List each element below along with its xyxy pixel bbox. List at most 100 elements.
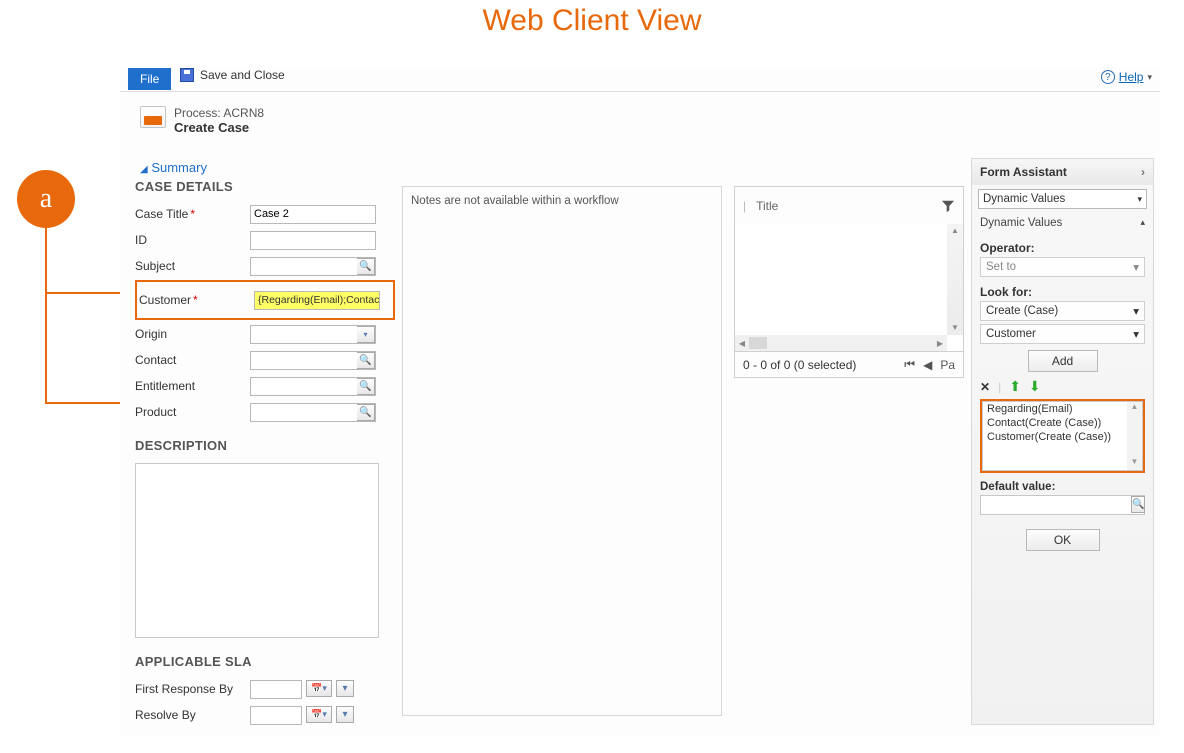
first-response-date-input[interactable] (251, 681, 301, 698)
save-icon (180, 68, 194, 82)
ok-button[interactable]: OK (1026, 529, 1100, 551)
chevron-down-icon[interactable]: ▾ (357, 326, 375, 343)
grid-body[interactable]: ▲▼ ◀▶ (734, 224, 964, 352)
lookup-icon[interactable]: 🔍 (357, 378, 375, 395)
entitlement-input[interactable] (251, 378, 357, 395)
operator-select[interactable]: Set to ▾ (980, 257, 1145, 277)
chevron-up-icon: ▴ (1140, 217, 1145, 229)
time-dropdown[interactable]: ▾ (336, 680, 354, 697)
horizontal-scrollbar[interactable]: ◀▶ (735, 335, 947, 351)
field-contact: Contact 🔍 (135, 348, 395, 372)
origin-label: Origin (135, 327, 250, 341)
subject-input[interactable] (251, 258, 357, 275)
assistant-section-toggle[interactable]: Dynamic Values ▴ (978, 213, 1147, 233)
notes-unavailable-message: Notes are not available within a workflo… (403, 187, 721, 215)
operator-value: Set to (986, 261, 1016, 273)
filter-icon[interactable] (941, 199, 955, 213)
add-button[interactable]: Add (1028, 350, 1098, 372)
summary-label: Summary (151, 160, 207, 175)
default-value-label: Default value: (980, 481, 1145, 493)
file-menu-button[interactable]: File (128, 68, 171, 90)
list-scrollbar[interactable]: ▲▼ (1127, 402, 1142, 470)
lookfor-attr-value: Customer (986, 328, 1036, 340)
left-column: CASE DETAILS Case Title* ID Subject 🔍 Cu… (135, 179, 395, 729)
save-and-close-button[interactable]: Save and Close (180, 68, 285, 82)
lookfor-entity-select[interactable]: Create (Case) ▾ (980, 301, 1145, 321)
assistant-mode-select[interactable]: Dynamic Values ▾ (978, 189, 1147, 209)
case-title-input[interactable] (251, 206, 375, 223)
lookfor-entity-value: Create (Case) (986, 305, 1058, 317)
process-icon (140, 106, 166, 128)
lookup-icon[interactable]: 🔍 (357, 404, 375, 421)
lookup-icon[interactable]: 🔍 (357, 352, 375, 369)
process-name: Process: ACRN8 (174, 106, 264, 120)
default-value-input[interactable] (981, 496, 1131, 514)
product-label: Product (135, 405, 250, 419)
id-input[interactable] (251, 232, 375, 249)
app-window: File Save and Close ? Help ▾ Process: AC… (120, 66, 1160, 736)
divider: | (743, 199, 746, 213)
move-up-icon[interactable]: ⬆ (1009, 378, 1021, 395)
time-dropdown[interactable]: ▾ (336, 706, 354, 723)
lookup-icon[interactable]: 🔍 (1131, 496, 1145, 513)
list-item[interactable]: Regarding(Email) (983, 402, 1142, 416)
id-label: ID (135, 233, 250, 247)
dynamic-values-list[interactable]: Regarding(Email) Contact(Create (Case)) … (982, 401, 1143, 471)
field-product: Product 🔍 (135, 400, 395, 424)
assistant-section-label: Dynamic Values (980, 217, 1062, 229)
annotation-badge-a: a (17, 170, 75, 228)
lookfor-label: Look for: (980, 285, 1145, 299)
step-name: Create Case (174, 120, 264, 135)
grid-column-title[interactable]: Title (756, 199, 778, 213)
form-assistant-title: Form Assistant (980, 165, 1067, 179)
origin-select[interactable] (251, 326, 357, 343)
vertical-scrollbar[interactable]: ▲▼ (947, 224, 963, 335)
first-response-label: First Response By (135, 682, 250, 696)
field-resolve-by: Resolve By 📅▾ ▾ (135, 703, 395, 727)
field-customer-highlighted: Customer* {Regarding(Email);Contact(Cr (135, 280, 395, 320)
required-icon: * (190, 207, 195, 221)
first-page-icon[interactable]: ⏮ (904, 357, 915, 372)
annotation-line (45, 228, 47, 294)
product-input[interactable] (251, 404, 357, 421)
operator-label: Operator: (980, 241, 1145, 255)
sla-title: APPLICABLE SLA (135, 654, 395, 669)
collapse-icon: ◢ (140, 164, 148, 175)
prev-page-icon[interactable]: ◀ (923, 358, 932, 372)
list-item[interactable]: Customer(Create (Case)) (983, 430, 1142, 444)
field-case-title: Case Title* (135, 202, 395, 226)
chevron-right-icon[interactable]: › (1141, 165, 1145, 179)
page-label: Pa (940, 358, 955, 372)
customer-label: Customer (139, 293, 191, 307)
subject-label: Subject (135, 259, 250, 273)
calendar-icon[interactable]: 📅▾ (306, 680, 332, 697)
contact-input[interactable] (251, 352, 357, 369)
help-icon: ? (1101, 70, 1115, 84)
resolve-by-date-input[interactable] (251, 707, 301, 724)
lookfor-attr-select[interactable]: Customer ▾ (980, 324, 1145, 344)
assistant-mode-value: Dynamic Values (983, 193, 1065, 205)
field-id: ID (135, 228, 395, 252)
help-menu[interactable]: ? Help ▾ (1101, 70, 1152, 84)
case-title-label: Case Title (135, 207, 188, 221)
field-entitlement: Entitlement 🔍 (135, 374, 395, 398)
customer-value[interactable]: {Regarding(Email);Contact(Cr (255, 294, 379, 306)
annotation-line (45, 294, 47, 404)
remove-icon[interactable]: ✕ (980, 380, 990, 394)
resolve-by-label: Resolve By (135, 708, 250, 722)
save-and-close-label: Save and Close (200, 68, 285, 82)
dynamic-values-list-highlighted: Regarding(Email) Contact(Create (Case)) … (980, 399, 1145, 473)
notes-panel: Notes are not available within a workflo… (402, 186, 722, 716)
summary-section-toggle[interactable]: ◢ Summary (140, 160, 207, 175)
toolbar: File Save and Close ? Help ▾ (120, 66, 1160, 92)
move-down-icon[interactable]: ⬇ (1029, 378, 1041, 395)
description-textarea[interactable] (135, 463, 379, 638)
case-details-title: CASE DETAILS (135, 179, 395, 194)
lookup-icon[interactable]: 🔍 (357, 258, 375, 275)
field-subject: Subject 🔍 (135, 254, 395, 278)
entitlement-label: Entitlement (135, 379, 250, 393)
calendar-icon[interactable]: 📅▾ (306, 706, 332, 723)
contact-label: Contact (135, 353, 250, 367)
list-item[interactable]: Contact(Create (Case)) (983, 416, 1142, 430)
grid-status-text: 0 - 0 of 0 (0 selected) (743, 358, 856, 372)
